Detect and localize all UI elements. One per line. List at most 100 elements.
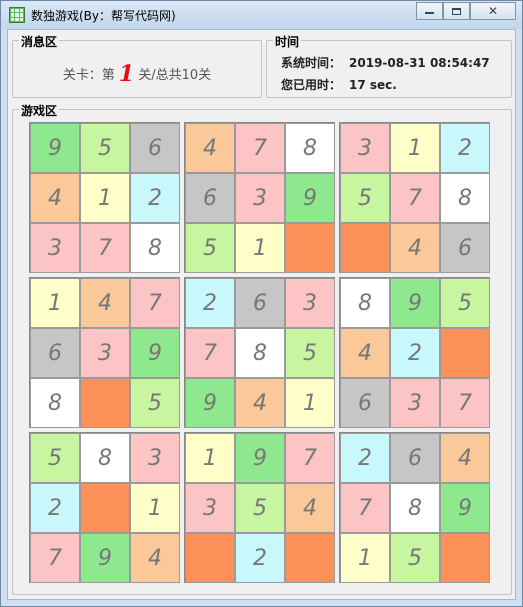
level-number: 1 (118, 61, 135, 87)
sudoku-cell[interactable]: 8 (130, 223, 180, 273)
sudoku-cell[interactable]: 8 (80, 433, 130, 483)
minimize-button[interactable] (416, 2, 443, 20)
sudoku-cell[interactable]: 9 (235, 433, 285, 483)
sudoku-cell[interactable]: 7 (440, 378, 490, 428)
sudoku-cell[interactable]: 1 (80, 173, 130, 223)
sudoku-cell[interactable]: 5 (285, 328, 335, 378)
sudoku-block: 47863951 (184, 122, 335, 273)
sudoku-cell[interactable]: 7 (235, 123, 285, 173)
game-area: 游戏区 956412378478639513125784614763985263… (12, 102, 512, 595)
sudoku-cell[interactable]: 2 (130, 173, 180, 223)
sudoku-cell[interactable]: 5 (30, 433, 80, 483)
sudoku-cell[interactable]: 7 (80, 223, 130, 273)
sudoku-cell[interactable]: 5 (130, 378, 180, 428)
sudoku-cell-empty[interactable] (440, 328, 490, 378)
elapsed-time-row: 您已用时： 17 sec. (281, 76, 397, 93)
sudoku-app-icon (9, 7, 25, 23)
sudoku-cell[interactable]: 9 (30, 123, 80, 173)
sudoku-cell[interactable]: 4 (235, 378, 285, 428)
sudoku-cell[interactable]: 8 (440, 173, 490, 223)
sudoku-cell[interactable]: 8 (235, 328, 285, 378)
sudoku-cell[interactable]: 4 (440, 433, 490, 483)
sudoku-cell[interactable]: 6 (340, 378, 390, 428)
sudoku-cell[interactable]: 4 (80, 278, 130, 328)
sudoku-cell-empty[interactable] (440, 533, 490, 583)
sudoku-block: 263785941 (184, 277, 335, 428)
sudoku-cell[interactable]: 9 (440, 483, 490, 533)
sudoku-cell[interactable]: 1 (185, 433, 235, 483)
sudoku-block: 14763985 (29, 277, 180, 428)
sudoku-cell[interactable]: 3 (285, 278, 335, 328)
sudoku-cell[interactable]: 4 (185, 123, 235, 173)
sudoku-cell[interactable]: 5 (440, 278, 490, 328)
sudoku-cell[interactable]: 8 (340, 278, 390, 328)
sudoku-cell[interactable]: 7 (285, 433, 335, 483)
level-prefix: 关卡：第 (62, 68, 115, 83)
sudoku-cell[interactable]: 7 (30, 533, 80, 583)
sudoku-cell[interactable]: 4 (390, 223, 440, 273)
sudoku-cell-empty[interactable] (185, 533, 235, 583)
sudoku-cell[interactable]: 2 (235, 533, 285, 583)
maximize-button[interactable] (443, 2, 470, 20)
maximize-icon (452, 7, 461, 15)
sudoku-cell[interactable]: 2 (30, 483, 80, 533)
close-button[interactable]: ✕ (470, 2, 516, 20)
sudoku-cell[interactable]: 1 (340, 533, 390, 583)
sudoku-cell[interactable]: 2 (390, 328, 440, 378)
sudoku-cell[interactable]: 6 (185, 173, 235, 223)
sudoku-cell-empty[interactable] (285, 223, 335, 273)
sudoku-cell[interactable]: 1 (235, 223, 285, 273)
sudoku-cell[interactable]: 3 (390, 378, 440, 428)
sudoku-cell[interactable]: 9 (130, 328, 180, 378)
sudoku-block: 89542637 (339, 277, 490, 428)
sudoku-cell[interactable]: 5 (235, 483, 285, 533)
sudoku-cell[interactable]: 1 (30, 278, 80, 328)
sudoku-cell[interactable]: 9 (390, 278, 440, 328)
sudoku-cell[interactable]: 5 (80, 123, 130, 173)
sudoku-cell[interactable]: 6 (235, 278, 285, 328)
elapsed-time-label: 您已用时： (281, 78, 342, 92)
sudoku-cell[interactable]: 8 (285, 123, 335, 173)
sudoku-cell[interactable]: 6 (440, 223, 490, 273)
sudoku-cell[interactable]: 3 (130, 433, 180, 483)
sudoku-cell[interactable]: 8 (390, 483, 440, 533)
sudoku-cell-empty[interactable] (340, 223, 390, 273)
sudoku-cell-empty[interactable] (285, 533, 335, 583)
sudoku-cell[interactable]: 3 (30, 223, 80, 273)
sudoku-cell[interactable]: 3 (340, 123, 390, 173)
sudoku-cell[interactable]: 7 (390, 173, 440, 223)
sudoku-cell[interactable]: 8 (30, 378, 80, 428)
game-area-title: 游戏区 (19, 102, 60, 119)
sudoku-cell-empty[interactable] (80, 483, 130, 533)
sudoku-cell[interactable]: 4 (285, 483, 335, 533)
window-controls: ✕ (416, 2, 516, 20)
sudoku-cell[interactable]: 9 (80, 533, 130, 583)
sudoku-block: 58321794 (29, 432, 180, 583)
sudoku-cell[interactable]: 4 (340, 328, 390, 378)
sudoku-cell[interactable]: 3 (235, 173, 285, 223)
sudoku-cell[interactable]: 3 (185, 483, 235, 533)
sudoku-cell[interactable]: 6 (390, 433, 440, 483)
system-time-value: 2019-08-31 08:54:47 (349, 56, 490, 70)
sudoku-cell[interactable]: 4 (130, 533, 180, 583)
sudoku-cell[interactable]: 2 (185, 278, 235, 328)
sudoku-cell[interactable]: 5 (340, 173, 390, 223)
title-bar[interactable]: 数独游戏(By：帮写代码网) ✕ (1, 1, 522, 29)
sudoku-cell[interactable]: 9 (185, 378, 235, 428)
sudoku-cell[interactable]: 1 (285, 378, 335, 428)
sudoku-cell[interactable]: 2 (440, 123, 490, 173)
sudoku-cell[interactable]: 9 (285, 173, 335, 223)
sudoku-cell[interactable]: 3 (80, 328, 130, 378)
sudoku-cell[interactable]: 5 (185, 223, 235, 273)
sudoku-cell[interactable]: 6 (130, 123, 180, 173)
sudoku-cell[interactable]: 4 (30, 173, 80, 223)
sudoku-cell[interactable]: 7 (340, 483, 390, 533)
sudoku-cell[interactable]: 2 (340, 433, 390, 483)
sudoku-cell[interactable]: 5 (390, 533, 440, 583)
sudoku-cell[interactable]: 7 (130, 278, 180, 328)
sudoku-cell-empty[interactable] (80, 378, 130, 428)
sudoku-cell[interactable]: 6 (30, 328, 80, 378)
sudoku-cell[interactable]: 1 (130, 483, 180, 533)
sudoku-cell[interactable]: 7 (185, 328, 235, 378)
sudoku-cell[interactable]: 1 (390, 123, 440, 173)
